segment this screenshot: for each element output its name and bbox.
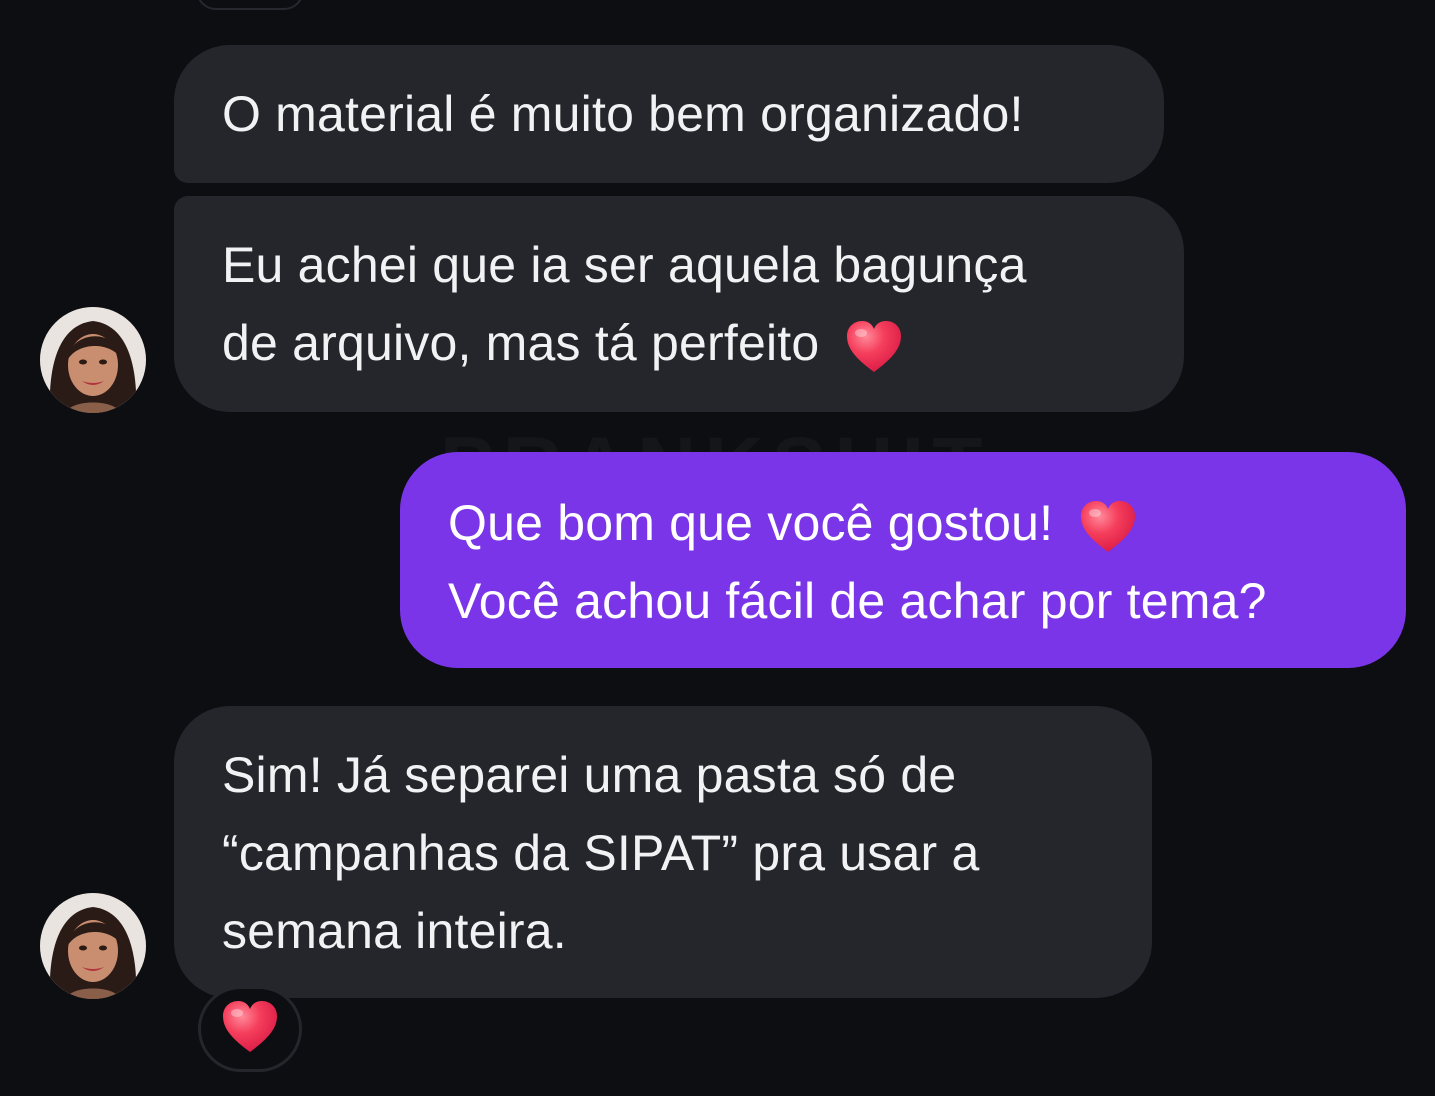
heart-icon — [845, 320, 903, 374]
message-bubble-incoming[interactable]: Sim! Já separei uma pasta só de “campanh… — [174, 706, 1152, 998]
message-text-line: de arquivo, mas tá perfeito — [222, 304, 1184, 382]
message-bubble-outgoing[interactable]: Que bom que você gostou! Você achou fáci… — [400, 452, 1406, 668]
message-text: Você achou fácil de achar por tema? — [448, 573, 1267, 629]
heart-icon — [221, 1000, 279, 1059]
message-text: O material é muito bem organizado! — [222, 86, 1024, 142]
message-text: Eu achei que ia ser aquela bagunça — [222, 237, 1027, 293]
message-text: Que bom que você gostou! — [448, 495, 1054, 551]
message-text: semana inteira. — [222, 903, 567, 959]
message-bubble-incoming[interactable]: Eu achei que ia ser aquela bagunça de ar… — [174, 196, 1184, 412]
previous-reaction-pill[interactable] — [196, 0, 304, 10]
message-text: “campanhas da SIPAT” pra usar a — [222, 825, 980, 881]
message-bubble-incoming[interactable]: O material é muito bem organizado! — [174, 45, 1164, 183]
heart-icon — [1079, 500, 1137, 554]
message-text: Sim! Já separei uma pasta só de — [222, 747, 957, 803]
message-text-line: Que bom que você gostou! — [448, 484, 1406, 562]
reaction-pill[interactable] — [198, 986, 302, 1072]
message-text: de arquivo, mas tá perfeito — [222, 315, 820, 371]
contact-avatar[interactable] — [40, 893, 146, 999]
contact-avatar[interactable] — [40, 307, 146, 413]
